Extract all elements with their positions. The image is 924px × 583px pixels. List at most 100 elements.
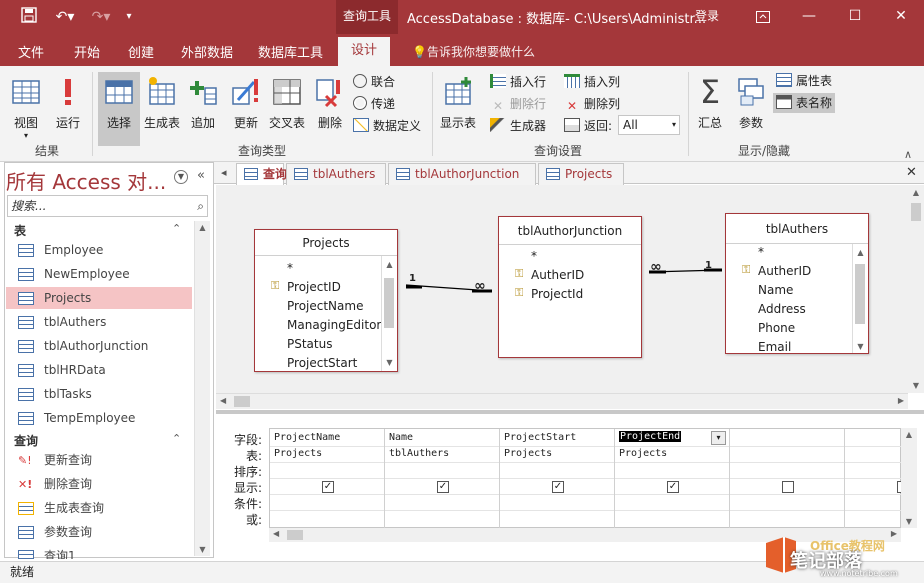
doc-tab-tblauthers[interactable]: tblAuthers — [286, 163, 386, 185]
collapse-tables-icon[interactable]: ⌃ — [172, 222, 181, 235]
crosstab-button[interactable]: 交叉表 — [266, 72, 308, 146]
show-table-button[interactable]: 显示表 — [436, 72, 480, 146]
design-pane-vscroll[interactable]: ▲ ▼ — [908, 185, 924, 393]
save-icon[interactable] — [18, 7, 40, 27]
grid-field-cell[interactable]: ProjectStart — [504, 432, 576, 443]
totals-button[interactable]: Σ 汇总 — [692, 72, 728, 146]
parameters-button[interactable]: 参数 — [732, 72, 770, 146]
nav-query-item[interactable]: 参数查询 — [6, 521, 192, 543]
show-checkbox[interactable]: ✓ — [667, 481, 679, 493]
collapse-ribbon-icon[interactable]: ∧ — [904, 148, 912, 161]
tab-file[interactable]: 文件 — [18, 42, 44, 61]
show-checkbox[interactable]: ✓ — [437, 481, 449, 493]
tab-design[interactable]: 设计 — [338, 37, 390, 66]
grid-table-cell[interactable]: tblAuthers — [389, 448, 449, 459]
nav-query-item[interactable]: ✎! 更新查询 — [6, 449, 192, 471]
grid-field-cell[interactable]: Name — [389, 432, 413, 443]
field-item[interactable]: ProjectID — [287, 280, 341, 294]
nav-shutter-icon[interactable]: « — [197, 168, 205, 183]
maximize-icon[interactable]: ☐ — [832, 0, 878, 34]
grid-vscroll[interactable]: ▲ ▼ — [901, 428, 917, 528]
tab-create[interactable]: 创建 — [128, 42, 154, 61]
scroll-thumb[interactable] — [911, 203, 921, 221]
nav-menu-chevron-icon[interactable]: ▼ — [174, 170, 188, 184]
nav-query-item[interactable]: 生成表查询 — [6, 497, 192, 519]
scroll-left-icon[interactable]: ◀ — [220, 396, 226, 405]
login-link[interactable]: 登录 — [695, 7, 719, 24]
doc-tab-query4[interactable]: 查询4 — [236, 163, 295, 185]
field-dropdown-chevron-icon[interactable]: ▾ — [711, 431, 726, 445]
nav-scrollbar[interactable]: ▲ ▼ — [194, 221, 210, 556]
design-pane-hscroll[interactable]: ◀ ▶ — [216, 393, 908, 409]
table-box-scrollbar[interactable]: ▲ ▼ — [852, 244, 868, 353]
grid-column[interactable] — [845, 429, 902, 529]
tell-me-search[interactable]: 💡告诉我你想要做什么 — [412, 43, 535, 60]
nav-table-item[interactable]: TempEmployee — [6, 407, 192, 429]
scroll-up-icon[interactable]: ▲ — [853, 248, 868, 257]
field-item[interactable]: AutherID — [531, 268, 584, 282]
grid-column[interactable]: ProjectName Projects ✓ — [270, 429, 385, 529]
grid-column[interactable]: Name tblAuthers ✓ — [385, 429, 500, 529]
doc-tab-tblauthorjunction[interactable]: tblAuthorJunction — [388, 163, 536, 185]
undo-icon[interactable]: ↶▾ — [50, 7, 80, 27]
insert-columns-button[interactable]: 插入列 — [564, 72, 620, 92]
nav-table-item[interactable]: tblHRData — [6, 359, 192, 381]
field-item[interactable]: Email — [758, 340, 791, 353]
ribbon-display-options-icon[interactable] — [740, 0, 786, 34]
show-checkbox[interactable] — [782, 481, 794, 493]
table-box-tblauthorjunction[interactable]: tblAuthorJunction * ⚿ AutherID ⚿ Project… — [498, 216, 642, 358]
field-item[interactable]: * — [758, 245, 764, 259]
run-button[interactable]: 运行 — [50, 72, 86, 146]
scroll-down-icon[interactable]: ▼ — [195, 545, 210, 554]
insert-rows-button[interactable]: 插入行 — [490, 72, 546, 92]
return-values-combo[interactable]: All ▾ — [618, 115, 680, 135]
scroll-down-icon[interactable]: ▼ — [908, 381, 924, 390]
nav-table-item[interactable]: tblTasks — [6, 383, 192, 405]
close-window-icon[interactable]: ✕ — [878, 0, 924, 34]
scroll-up-icon[interactable]: ▲ — [382, 260, 397, 269]
grid-column-selected[interactable]: ProjectEnd ▾ Projects ✓ — [615, 429, 730, 529]
field-item[interactable]: ProjectId — [531, 287, 583, 301]
close-document-icon[interactable]: ✕ — [906, 165, 917, 180]
scroll-thumb[interactable] — [855, 264, 865, 324]
scroll-down-icon[interactable]: ▼ — [382, 358, 397, 367]
table-box-title[interactable]: tblAuthorJunction — [499, 217, 641, 245]
collapse-queries-icon[interactable]: ⌃ — [172, 432, 181, 445]
field-item[interactable]: Phone — [758, 321, 795, 335]
select-query-button[interactable]: 选择 — [98, 72, 140, 146]
view-button[interactable]: 视图 ▾ — [6, 72, 46, 146]
field-item[interactable]: * — [531, 249, 537, 263]
scroll-up-icon[interactable]: ▲ — [195, 223, 210, 232]
tab-scroll-left-icon[interactable]: ◂ — [221, 166, 227, 179]
field-item[interactable]: Address — [758, 302, 806, 316]
table-names-button[interactable]: 表名称 — [773, 93, 836, 113]
nav-table-item[interactable]: tblAuthorJunction — [6, 335, 192, 357]
data-definition-button[interactable]: 数据定义 — [353, 116, 421, 136]
nav-table-item[interactable]: tblAuthers — [6, 311, 192, 333]
grid-field-cell[interactable]: ProjectName — [274, 432, 340, 443]
table-box-tblauthers[interactable]: tblAuthers * ⚿ AutherID Name Address Pho… — [725, 213, 869, 354]
field-item[interactable]: PStatus — [287, 337, 332, 351]
union-button[interactable]: 联合 — [353, 72, 395, 92]
tab-home[interactable]: 开始 — [74, 42, 100, 61]
nav-query-item[interactable]: 查询1 — [6, 545, 192, 559]
show-checkbox[interactable]: ✓ — [322, 481, 334, 493]
delete-columns-button[interactable]: ✕ 删除列 — [564, 94, 620, 114]
field-item[interactable]: ProjectName — [287, 299, 363, 313]
scroll-down-icon[interactable]: ▼ — [853, 342, 868, 351]
append-button[interactable]: 追加 — [186, 72, 220, 146]
nav-table-item[interactable]: Employee — [6, 239, 192, 261]
grid-column[interactable] — [730, 429, 845, 529]
grid-field-cell-selected[interactable]: ProjectEnd — [619, 431, 682, 442]
tab-external-data[interactable]: 外部数据 — [181, 42, 233, 61]
tab-database-tools[interactable]: 数据库工具 — [258, 42, 323, 61]
property-sheet-button[interactable]: 属性表 — [776, 71, 832, 91]
table-box-title[interactable]: tblAuthers — [726, 214, 868, 244]
field-item[interactable]: ProjectStart — [287, 356, 357, 370]
customize-quick-access-icon[interactable]: ▾ — [118, 7, 140, 27]
show-checkbox[interactable]: ✓ — [552, 481, 564, 493]
grid-table-cell[interactable]: Projects — [504, 448, 552, 459]
table-box-projects[interactable]: Projects * ⚿ ProjectID ProjectName Manag… — [254, 229, 398, 372]
nav-group-queries-header[interactable]: 查询 — [14, 432, 38, 449]
table-box-title[interactable]: Projects — [255, 230, 397, 256]
